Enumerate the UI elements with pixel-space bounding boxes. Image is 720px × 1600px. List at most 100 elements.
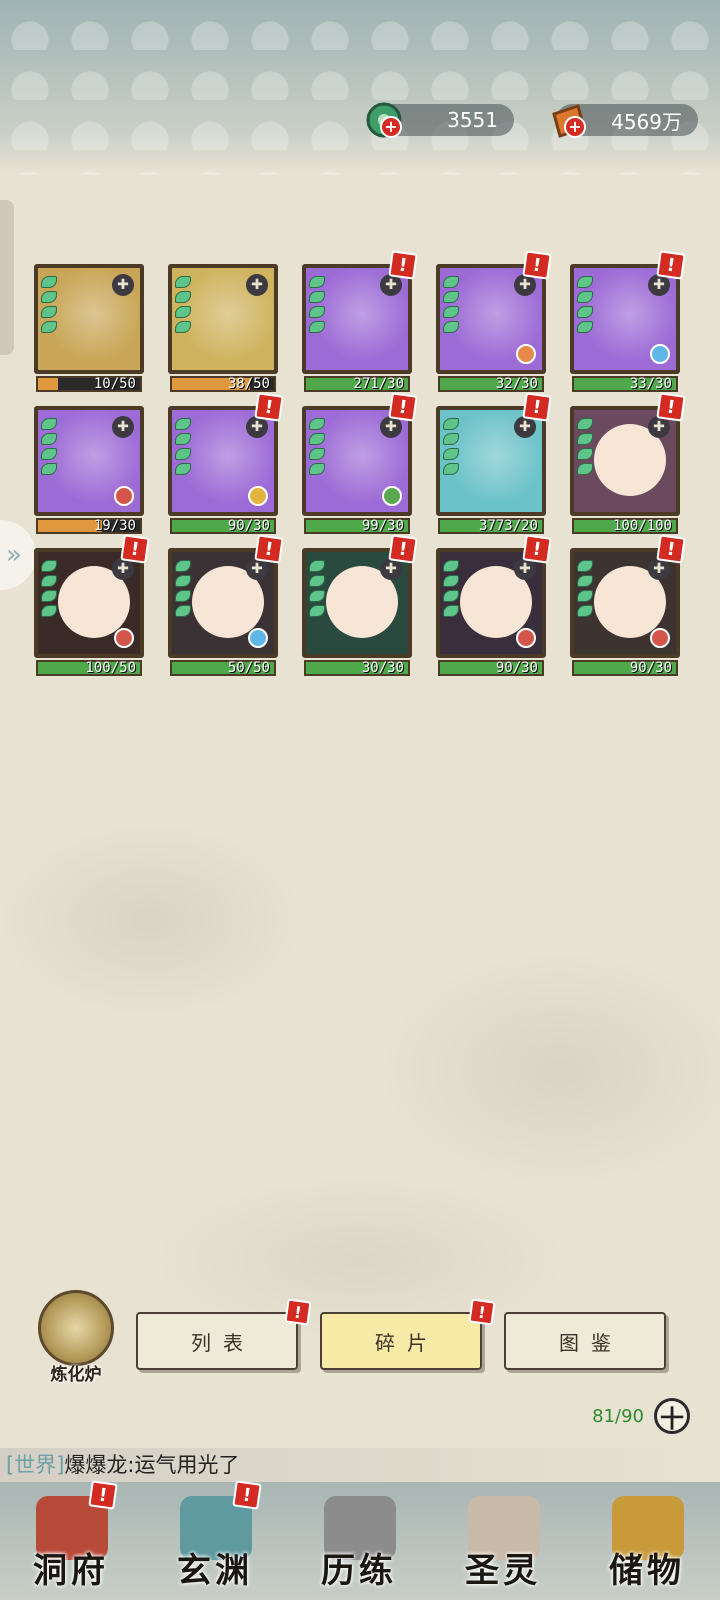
fragment-progress-bar: 32/30 <box>438 376 544 392</box>
alert-icon: ! <box>388 392 418 422</box>
nav-holy-spirit[interactable]: 圣灵 <box>438 1488 568 1598</box>
element-icon <box>248 628 268 648</box>
fragment-progress-bar: 10/50 <box>36 376 142 392</box>
fragment-portrait: ✚ <box>570 406 680 516</box>
fragment-count: 38/50 <box>227 376 270 392</box>
fragment-card[interactable]: ✚! 90/30 <box>570 534 686 683</box>
tab-codex-label: 图鉴 <box>559 1330 623 1355</box>
alert-icon: ! <box>254 534 284 564</box>
fragment-progress-bar: 90/30 <box>572 660 678 676</box>
fragment-card[interactable]: ✚! 32/30 <box>436 250 552 399</box>
element-icon <box>516 628 536 648</box>
expand-capacity-button[interactable]: 十 <box>654 1398 690 1434</box>
fragment-card[interactable]: ✚! 100/50 <box>34 534 150 683</box>
fragment-portrait: ✚ <box>436 264 546 374</box>
rarity-leaves-icon <box>443 418 461 488</box>
tab-fragments[interactable]: 碎片 ! <box>320 1298 496 1370</box>
storage-capacity: 81/90 <box>592 1406 644 1427</box>
side-expand-arrow-icon[interactable]: » <box>0 520 36 590</box>
fragment-count: 19/30 <box>93 518 136 534</box>
alert-icon: ! <box>522 534 552 564</box>
fragment-card[interactable]: ✚! 90/30 <box>168 392 284 541</box>
alert-icon: ! <box>656 392 686 422</box>
fragment-portrait: ✚ <box>436 548 546 658</box>
rarity-leaves-icon <box>443 276 461 346</box>
progress-fill <box>38 378 59 390</box>
nav-training[interactable]: 历练 <box>294 1488 424 1598</box>
fragment-progress-bar: 271/30 <box>304 376 410 392</box>
element-icon <box>650 344 670 364</box>
jade-amount: 3551 <box>447 108 498 132</box>
fragment-count: 90/30 <box>629 660 672 676</box>
fragment-card[interactable]: ✚! 33/30 <box>570 250 686 399</box>
alert-icon: ! <box>656 534 686 564</box>
fragment-portrait: ✚ <box>168 264 278 374</box>
world-chat-bar[interactable]: [世界]爆爆龙:运气用光了 <box>0 1448 720 1482</box>
fragment-portrait: ✚ <box>570 548 680 658</box>
fragment-count: 32/30 <box>495 376 538 392</box>
alert-icon: ! <box>120 534 150 564</box>
rarity-leaves-icon <box>577 560 595 630</box>
nav-cave-residence[interactable]: ! 洞府 <box>6 1480 136 1598</box>
alert-icon: ! <box>522 392 552 422</box>
fragment-card[interactable]: ✚! 30/30 <box>302 534 418 683</box>
fragment-progress-bar: 30/30 <box>304 660 410 676</box>
fragment-card[interactable]: ✚ 19/30 <box>34 406 144 541</box>
fragment-card[interactable]: ✚! 99/30 <box>302 392 418 541</box>
chat-channel: [世界] <box>6 1453 65 1477</box>
tab-list-alert-icon: ! <box>284 1298 312 1326</box>
tab-codex[interactable]: 图鉴 <box>504 1312 666 1370</box>
element-icon <box>516 344 536 364</box>
element-icon <box>382 486 402 506</box>
fragment-count: 3773/20 <box>478 518 538 534</box>
rarity-leaves-icon <box>309 418 327 488</box>
fragment-progress-bar: 100/50 <box>36 660 142 676</box>
fragment-progress-bar: 19/30 <box>36 518 142 534</box>
nav-abyss-label: 玄渊 <box>177 1551 253 1591</box>
nav-storage-label: 储物 <box>609 1551 685 1591</box>
side-drawer-handle[interactable] <box>0 200 14 355</box>
fragment-progress-bar: 100/100 <box>572 518 678 534</box>
tab-list[interactable]: 列表 ! <box>136 1298 312 1370</box>
progress-fill <box>38 520 103 532</box>
fragment-portrait: ✚ <box>168 406 278 516</box>
fragment-count: 90/30 <box>227 518 270 534</box>
mountain-mist-background <box>0 740 720 1360</box>
rarity-leaves-icon <box>309 276 327 346</box>
fragment-portrait: ✚ <box>302 406 412 516</box>
chat-message: 爆爆龙:运气用光了 <box>64 1453 240 1477</box>
jade-add-button[interactable]: + <box>380 116 402 138</box>
fragment-card[interactable]: ✚! 50/50 <box>168 534 284 683</box>
fragment-count: 271/30 <box>353 376 404 392</box>
fragment-count: 100/50 <box>85 660 136 676</box>
fragment-card[interactable]: ✚! 100/100 <box>570 392 686 541</box>
puzzle-piece-icon: ✚ <box>246 274 268 296</box>
element-icon <box>248 486 268 506</box>
fragment-progress-bar: 3773/20 <box>438 518 544 534</box>
nav-abyss[interactable]: ! 玄渊 <box>150 1480 280 1598</box>
fragment-progress-bar: 99/30 <box>304 518 410 534</box>
fragment-count: 90/30 <box>495 660 538 676</box>
fragment-count: 30/30 <box>361 660 404 676</box>
fragment-count: 33/30 <box>629 376 672 392</box>
fragment-progress-bar: 33/30 <box>572 376 678 392</box>
gold-currency: + 4569万 <box>552 104 698 138</box>
nav-cave-label: 洞府 <box>33 1551 109 1591</box>
gold-add-button[interactable]: + <box>564 116 586 138</box>
nav-cave-alert-icon: ! <box>88 1480 118 1510</box>
fragment-progress-bar: 50/50 <box>170 660 276 676</box>
fragment-card[interactable]: ✚! 90/30 <box>436 534 552 683</box>
tab-fragments-label: 碎片 <box>375 1330 439 1355</box>
fragment-count: 100/100 <box>612 518 672 534</box>
nav-storage[interactable]: 储物 <box>582 1488 712 1598</box>
fragment-portrait: ✚ <box>302 264 412 374</box>
fragment-card[interactable]: ✚ 38/50 <box>168 264 278 399</box>
fragment-portrait: ✚ <box>34 548 144 658</box>
refining-furnace-button[interactable]: 炼化炉 <box>28 1290 124 1386</box>
fragment-card[interactable]: ✚ 10/50 <box>34 264 144 399</box>
fragment-card[interactable]: ✚! 3773/20 <box>436 392 552 541</box>
fragment-progress-bar: 90/30 <box>170 518 276 534</box>
tab-fragments-alert-icon: ! <box>468 1298 496 1326</box>
fragment-card[interactable]: ✚! 271/30 <box>302 250 418 399</box>
furnace-icon <box>38 1290 114 1366</box>
